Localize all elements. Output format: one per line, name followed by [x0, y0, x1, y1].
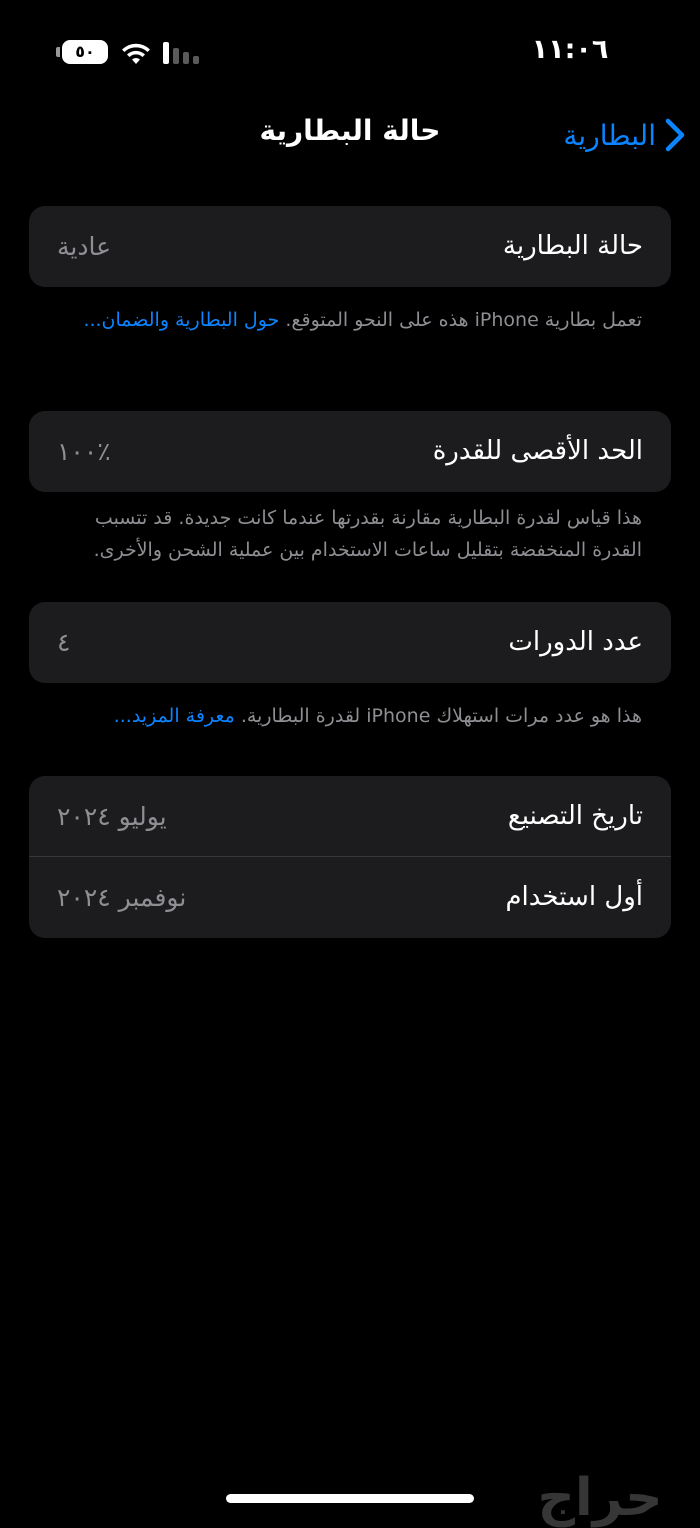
status-time: ١١:٠٦: [531, 34, 609, 65]
maximum-capacity-footnote: هذا قياس لقدرة البطارية مقارنة بقدرتها ع…: [93, 507, 642, 561]
home-indicator[interactable]: [226, 1494, 474, 1503]
cycle-count-card: عدد الدورات ٤: [29, 602, 671, 683]
first-use-row: أول استخدام نوفمبر ٢٠٢٤: [29, 857, 671, 938]
battery-health-card: حالة البطارية عادية: [29, 206, 671, 287]
back-button-label: البطارية: [563, 118, 656, 152]
first-use-value: نوفمبر ٢٠٢٤: [57, 883, 187, 912]
cellular-signal-icon: [163, 42, 199, 64]
cycle-count-label: عدد الدورات: [508, 627, 643, 657]
battery-health-footnote-text: تعمل بطارية iPhone هذه على النحو المتوقع…: [285, 309, 642, 331]
cycle-count-footnote-text: هذا هو عدد مرات استهلاك iPhone لقدرة الب…: [240, 705, 642, 727]
learn-more-link[interactable]: معرفة المزيد...: [114, 705, 235, 727]
manufacture-date-value: يوليو ٢٠٢٤: [57, 802, 167, 831]
haraj-watermark: حراج: [537, 1468, 663, 1528]
maximum-capacity-card: الحد الأقصى للقدرة ٪١٠٠: [29, 411, 671, 492]
battery-health-row: حالة البطارية عادية: [29, 206, 671, 287]
cycle-count-footnote: هذا هو عدد مرات استهلاك iPhone لقدرة الب…: [52, 700, 642, 732]
chevron-right-icon: [665, 118, 685, 152]
manufacture-date-label: تاريخ التصنيع: [507, 801, 643, 831]
manufacture-date-row: تاريخ التصنيع يوليو ٢٠٢٤: [29, 776, 671, 857]
battery-tip: [56, 47, 60, 57]
maximum-capacity-value: ٪١٠٠: [57, 437, 111, 466]
wifi-icon: [122, 43, 150, 64]
page-title: حالة البطارية: [259, 114, 441, 147]
battery-icon: ٥٠: [62, 40, 108, 64]
dates-card: تاريخ التصنيع يوليو ٢٠٢٤ أول استخدام نوف…: [29, 776, 671, 938]
back-button[interactable]: البطارية: [563, 110, 686, 160]
first-use-label: أول استخدام: [505, 882, 643, 912]
cycle-count-value: ٤: [57, 628, 71, 657]
battery-health-label: حالة البطارية: [502, 231, 643, 261]
about-battery-warranty-link[interactable]: حول البطارية والضمان...: [83, 309, 279, 331]
battery-health-footnote: تعمل بطارية iPhone هذه على النحو المتوقع…: [52, 304, 642, 336]
cycle-count-row: عدد الدورات ٤: [29, 602, 671, 683]
maximum-capacity-label: الحد الأقصى للقدرة: [432, 436, 643, 466]
battery-health-value: عادية: [57, 232, 112, 261]
maximum-capacity-row: الحد الأقصى للقدرة ٪١٠٠: [29, 411, 671, 492]
